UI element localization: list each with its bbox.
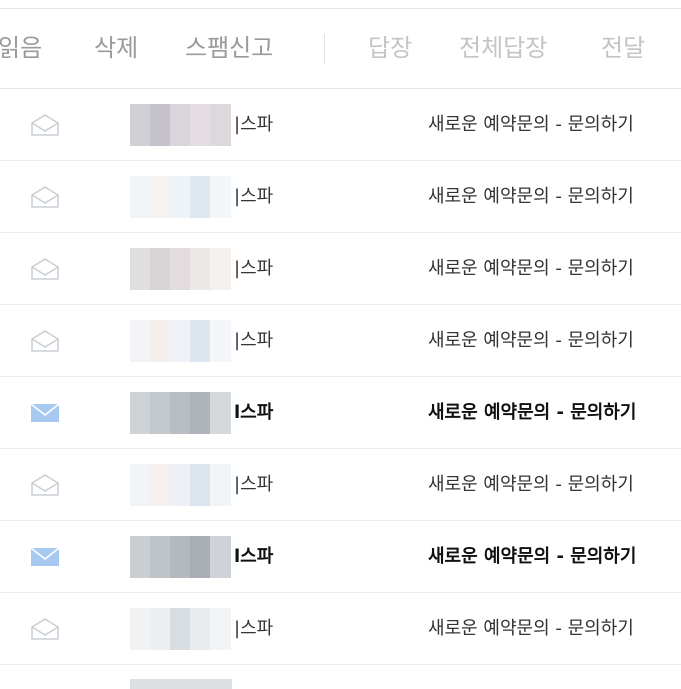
message-row[interactable]: l스파 새로운 예약문의 - 문의하기: [0, 377, 681, 449]
read-envelope-icon[interactable]: [30, 474, 60, 496]
message-subject[interactable]: 새로운 예약문의 - 문의하기: [428, 617, 681, 641]
sender-name-blurred: [130, 320, 232, 362]
delete-button[interactable]: 삭제: [94, 33, 138, 63]
message-row-partial[interactable]: [0, 665, 681, 689]
report-spam-button[interactable]: 스팸신고: [185, 33, 273, 63]
message-row[interactable]: |스파 새로운 예약문의 - 문의하기: [0, 593, 681, 665]
sender-name[interactable]: l스파: [234, 545, 273, 569]
forward-button[interactable]: 전달: [601, 33, 645, 63]
mail-toolbar: 읽음 삭제 스팸신고 답장 전체답장 전달: [0, 9, 681, 89]
message-row[interactable]: |스파 새로운 예약문의 - 문의하기: [0, 233, 681, 305]
message-row[interactable]: |스파 새로운 예약문의 - 문의하기: [0, 305, 681, 377]
message-subject[interactable]: 새로운 예약문의 - 문의하기: [428, 257, 681, 281]
sender-name-blurred: [130, 248, 232, 290]
sender-name-blurred: [130, 464, 232, 506]
read-envelope-icon[interactable]: [30, 330, 60, 352]
sender-name[interactable]: |스파: [234, 257, 273, 281]
unread-envelope-icon[interactable]: [30, 546, 60, 568]
sender-name-blurred: [130, 536, 232, 578]
read-envelope-icon[interactable]: [30, 258, 60, 280]
message-row[interactable]: |스파 새로운 예약문의 - 문의하기: [0, 89, 681, 161]
sender-name[interactable]: |스파: [234, 113, 273, 137]
message-subject[interactable]: 새로운 예약문의 - 문의하기: [428, 113, 681, 137]
sender-name-blurred: [130, 608, 232, 650]
sender-name[interactable]: l스파: [234, 401, 273, 425]
message-subject[interactable]: 새로운 예약문의 - 문의하기: [428, 473, 681, 497]
unread-envelope-icon[interactable]: [30, 402, 60, 424]
message-subject[interactable]: 새로운 예약문의 - 문의하기: [428, 545, 681, 569]
sender-name-blurred: [130, 392, 232, 434]
sender-name[interactable]: |스파: [234, 185, 273, 209]
read-envelope-icon[interactable]: [30, 114, 60, 136]
sender-name-blurred: [130, 176, 232, 218]
mark-read-button[interactable]: 읽음: [0, 33, 42, 63]
message-row[interactable]: |스파 새로운 예약문의 - 문의하기: [0, 161, 681, 233]
message-subject[interactable]: 새로운 예약문의 - 문의하기: [428, 329, 681, 353]
reply-all-button[interactable]: 전체답장: [459, 33, 547, 63]
message-subject[interactable]: 새로운 예약문의 - 문의하기: [428, 401, 681, 425]
message-subject[interactable]: 새로운 예약문의 - 문의하기: [428, 185, 681, 209]
sender-name-blurred: [130, 679, 232, 689]
toolbar-divider: [324, 34, 325, 64]
read-envelope-icon[interactable]: [30, 618, 60, 640]
sender-name-blurred: [130, 104, 232, 146]
sender-name[interactable]: |스파: [234, 473, 273, 497]
sender-name[interactable]: |스파: [234, 329, 273, 353]
message-row[interactable]: l스파 새로운 예약문의 - 문의하기: [0, 521, 681, 593]
read-envelope-icon[interactable]: [30, 186, 60, 208]
message-row[interactable]: |스파 새로운 예약문의 - 문의하기: [0, 449, 681, 521]
reply-button[interactable]: 답장: [368, 33, 412, 63]
sender-name[interactable]: |스파: [234, 617, 273, 641]
